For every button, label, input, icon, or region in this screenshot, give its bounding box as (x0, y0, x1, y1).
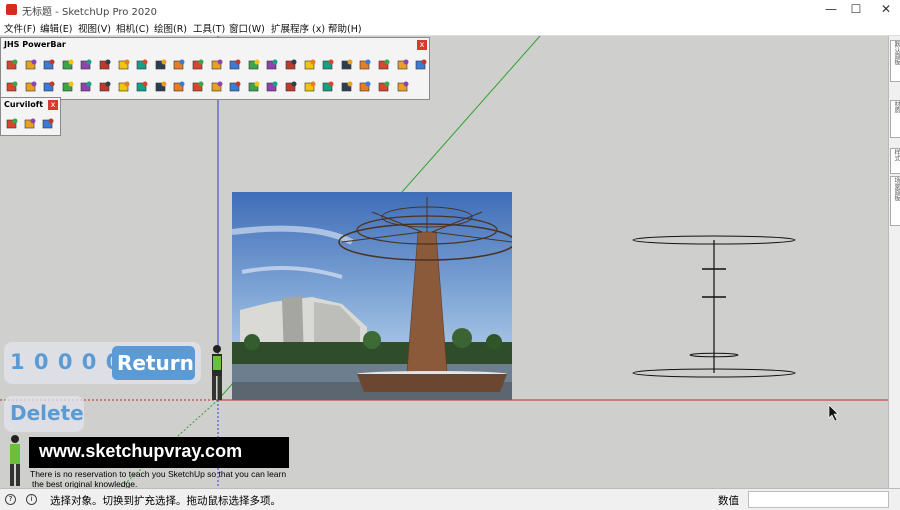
tree-of-life-photo (232, 192, 512, 400)
menu-help[interactable]: 帮助(H) (328, 21, 362, 35)
grid-icon[interactable] (377, 58, 391, 72)
menu-view[interactable]: 视图(V) (78, 21, 111, 35)
curve-icon[interactable] (265, 58, 279, 72)
status-bar: ? i 选择对象。切换到扩充选择。拖动鼠标选择多项。 数值 (0, 488, 900, 510)
curviloft-panel-title: Curviloft (4, 100, 44, 109)
paint-bucket-icon[interactable] (135, 58, 149, 72)
title-bar: 无标题 - SketchUp Pro 2020 — ☐ ✕ (0, 0, 900, 19)
push-pull-icon[interactable] (5, 58, 19, 72)
modeling-viewport[interactable]: JHS PowerBar x Curviloft x 1 0 0 0 0 Ret… (0, 36, 888, 488)
red-cross-icon[interactable] (321, 58, 335, 72)
extrude-icon[interactable] (24, 58, 38, 72)
menu-window[interactable]: 窗口(W) (229, 21, 265, 35)
section-icon[interactable] (191, 58, 205, 72)
tray-tab-materials[interactable]: 材质 (890, 100, 900, 138)
hook-icon[interactable] (24, 80, 38, 94)
menu-draw[interactable]: 绘图(R) (154, 21, 187, 35)
info-icon[interactable]: i (26, 494, 37, 505)
grid-dots-icon[interactable] (396, 80, 410, 94)
default-tray: 默认面板 材质 样式 场景面板 (888, 36, 900, 488)
blue-x-icon[interactable] (358, 58, 372, 72)
website-banner: www.sketchupvray.com (29, 437, 289, 468)
orange-tile3-icon[interactable] (340, 80, 354, 94)
eraser-icon[interactable] (98, 58, 112, 72)
orange-tile2-icon[interactable] (321, 80, 335, 94)
delete-button[interactable]: Delete (4, 396, 84, 432)
twist-icon[interactable] (154, 58, 168, 72)
curviloft-panel[interactable]: Curviloft x (0, 97, 61, 136)
magnet-icon[interactable] (117, 80, 131, 94)
scale-figure-left-icon (10, 435, 20, 486)
tray-tab-scenes[interactable]: 场景面板 (890, 176, 900, 226)
jhs-panel-close-button[interactable]: x (417, 40, 427, 50)
status-message: 选择对象。切换到扩充选择。拖动鼠标选择多项。 (50, 495, 281, 507)
measurements-label: 数值 (718, 495, 739, 507)
sketchup-app-icon (6, 4, 17, 15)
tree-icon[interactable] (228, 58, 242, 72)
close-button[interactable]: ✕ (875, 2, 897, 17)
measurements-input[interactable] (748, 491, 889, 508)
loft-path-icon[interactable] (23, 117, 37, 131)
warning-icon[interactable] (5, 80, 19, 94)
menu-tools[interactable]: 工具(T) (193, 21, 225, 35)
tray-tab-styles[interactable]: 样式 (890, 148, 900, 174)
roll-icon[interactable] (117, 58, 131, 72)
tray-tab-default[interactable]: 默认面板 (890, 40, 900, 82)
green-cross-icon[interactable] (340, 58, 354, 72)
cone-icon[interactable] (396, 58, 410, 72)
menu-camera[interactable]: 相机(C) (116, 21, 149, 35)
return-button[interactable]: Return (112, 346, 195, 380)
orange-tile-icon[interactable] (303, 80, 317, 94)
help-icon[interactable]: ? (5, 494, 16, 505)
loft-skin-icon[interactable] (5, 117, 19, 131)
blue-box-icon[interactable] (191, 80, 205, 94)
building2-icon[interactable] (247, 80, 261, 94)
red-x-dots-icon[interactable] (358, 80, 372, 94)
tree-wireframe-model (632, 235, 796, 378)
stairs-icon[interactable] (154, 80, 168, 94)
number-display: 1 0 0 0 0 (10, 350, 122, 374)
minimize-button[interactable]: — (820, 2, 842, 17)
star-move-icon[interactable] (79, 80, 93, 94)
menu-bar: 文件(F) 编辑(E) 视图(V) 相机(C) 绘图(R) 工具(T) 窗口(W… (0, 19, 900, 36)
dots-line-icon[interactable] (303, 58, 317, 72)
building4-icon[interactable] (284, 80, 298, 94)
window-title: 无标题 - SketchUp Pro 2020 (22, 7, 157, 18)
mouse-cursor (828, 404, 839, 422)
jhs-panel-title: JHS PowerBar (4, 40, 66, 49)
red-ring-icon[interactable] (172, 80, 186, 94)
scale-figure-icon (212, 345, 222, 400)
knife-icon[interactable] (247, 58, 261, 72)
return-label: Return (117, 351, 194, 375)
curviloft-panel-close-button[interactable]: x (48, 100, 58, 110)
reference-photo[interactable] (232, 192, 512, 400)
surface-icon[interactable] (61, 58, 75, 72)
dots-curve-icon[interactable] (284, 58, 298, 72)
delete-label: Delete (10, 401, 84, 425)
green-arrow-icon[interactable] (135, 80, 149, 94)
tree-green-icon[interactable] (414, 58, 428, 72)
building-icon[interactable] (228, 80, 242, 94)
slab-icon[interactable] (79, 58, 93, 72)
flower-icon[interactable] (210, 80, 224, 94)
menu-edit[interactable]: 编辑(E) (40, 21, 72, 35)
jhs-powerbar-panel[interactable]: JHS PowerBar x (0, 37, 430, 100)
flag-icon[interactable] (210, 58, 224, 72)
rotate-icon[interactable] (61, 80, 75, 94)
loft-contour-icon[interactable] (41, 117, 55, 131)
building3-icon[interactable] (265, 80, 279, 94)
number-display-panel: 1 0 0 0 0 Return (4, 342, 201, 384)
menu-file[interactable]: 文件(F) (4, 21, 36, 35)
maximize-button[interactable]: ☐ (845, 2, 867, 17)
caption-line-1: There is no reservation to teach you Ske… (30, 469, 287, 479)
caption-line-2: the best original knowledge. (32, 479, 138, 488)
red-box-icon[interactable] (172, 58, 186, 72)
undo-arrow-icon[interactable] (42, 80, 56, 94)
menu-extensions[interactable]: 扩展程序 (x) (271, 21, 325, 35)
layer-icon[interactable] (42, 58, 56, 72)
website-url: www.sketchupvray.com (39, 441, 243, 461)
dots-arc-icon[interactable] (377, 80, 391, 94)
cup-icon[interactable] (98, 80, 112, 94)
